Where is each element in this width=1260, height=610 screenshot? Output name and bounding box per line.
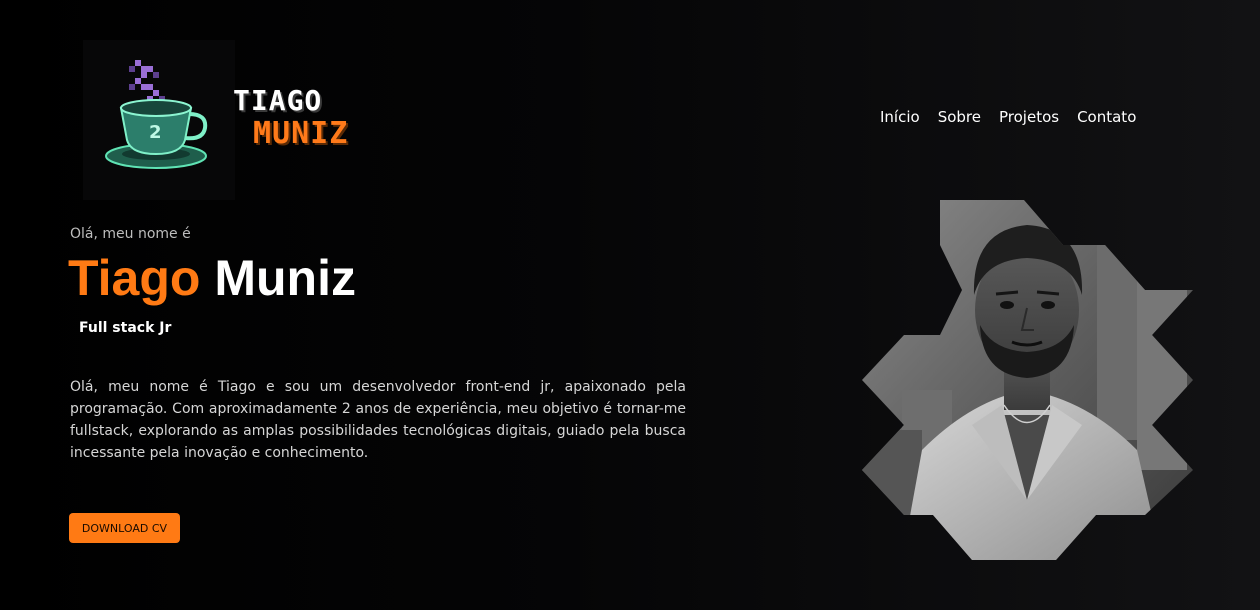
nav-item-contato[interactable]: Contato — [1077, 108, 1136, 126]
profile-portrait — [862, 200, 1194, 560]
hero-role: Full stack Jr — [79, 320, 172, 336]
logo-first-name: TIAGO — [233, 84, 323, 117]
nav-item-projetos[interactable]: Projetos — [999, 108, 1059, 126]
logo-last-name: MUNIZ — [253, 116, 349, 151]
site-logo[interactable]: 2 TIAGO MUNIZ — [83, 40, 393, 200]
hero-bio: Olá, meu nome é Tiago e sou um desenvolv… — [70, 379, 686, 461]
download-cv-button[interactable]: DOWNLOAD CV — [69, 513, 180, 543]
coffee-cup-icon: 2 — [83, 40, 235, 200]
svg-text:2: 2 — [149, 122, 162, 143]
nav-item-inicio[interactable]: Início — [880, 108, 920, 126]
hero-greeting: Olá, meu nome é — [70, 226, 191, 242]
hero-first-name: Tiago — [68, 250, 201, 306]
hero-last-name: Muniz — [214, 250, 356, 306]
nav-item-sobre[interactable]: Sobre — [938, 108, 981, 126]
hero-name: Tiago Muniz — [68, 248, 356, 308]
page: 2 TIAGO MUNIZ Início Sobre Projetos Cont… — [0, 0, 1260, 610]
main-nav: Início Sobre Projetos Contato — [880, 108, 1136, 126]
